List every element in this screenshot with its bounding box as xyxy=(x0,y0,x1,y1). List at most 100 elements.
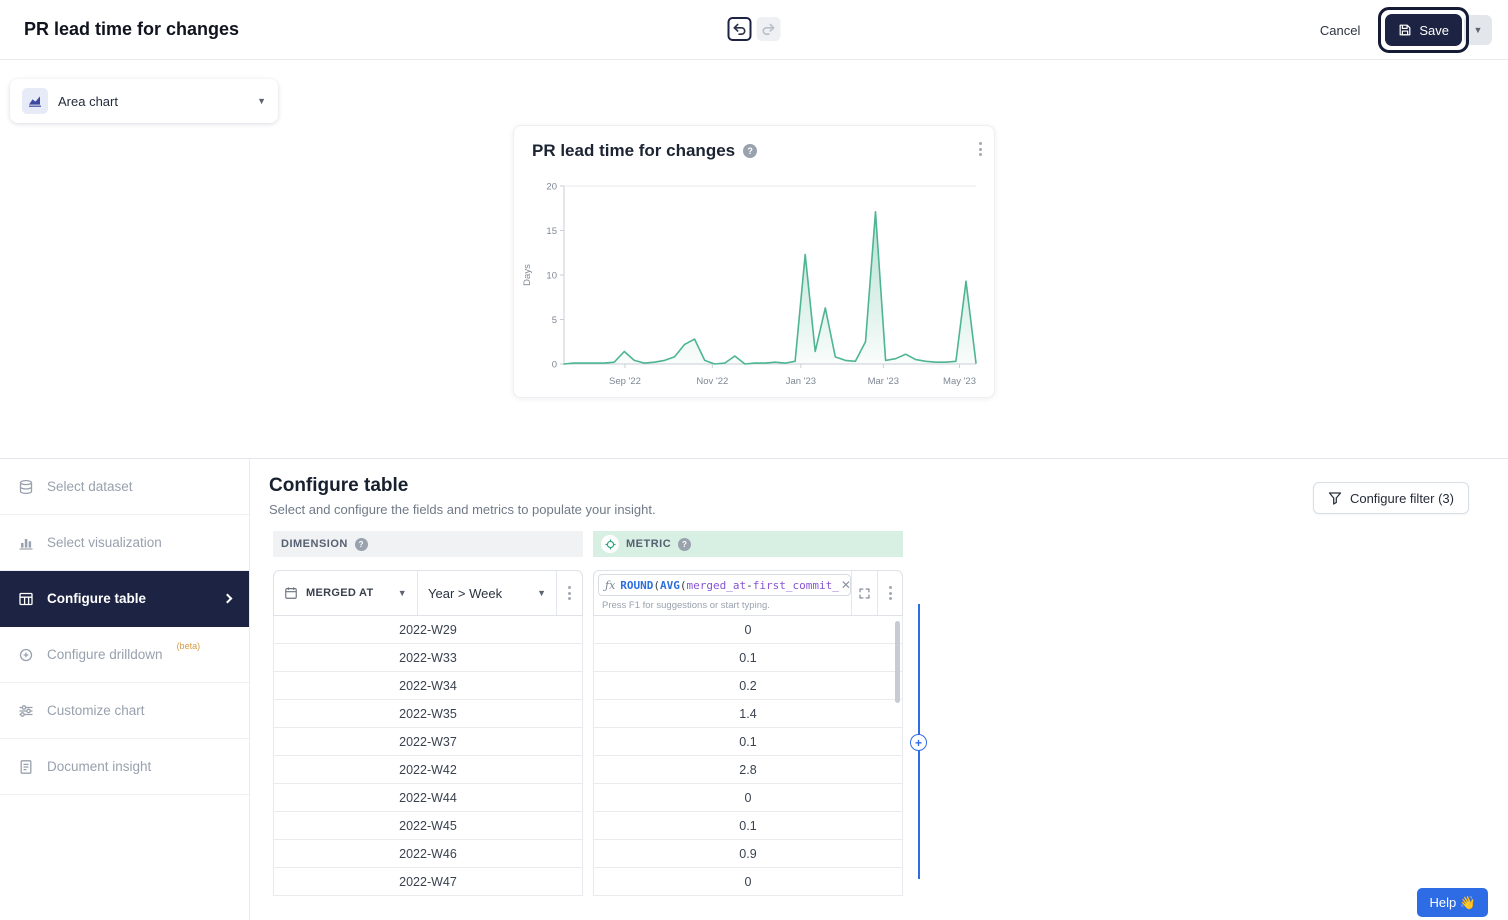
chevron-right-icon xyxy=(223,594,233,604)
dimension-controls: MERGED AT ▼ Year > Week ▼ xyxy=(273,570,583,616)
table-row: 0.2 xyxy=(594,672,902,700)
table-row: 2.8 xyxy=(594,756,902,784)
chart-title: PR lead time for changes xyxy=(532,141,735,161)
svg-text:Nov '22: Nov '22 xyxy=(696,376,728,387)
history-controls xyxy=(728,17,781,41)
svg-text:20: 20 xyxy=(546,182,557,193)
table-row: 0.9 xyxy=(594,840,902,868)
save-group: Save ▼ xyxy=(1378,7,1492,53)
table-row: 0.1 xyxy=(594,812,902,840)
formula-token: AVG xyxy=(660,579,680,592)
redo-icon xyxy=(761,21,777,37)
chart-type-selector[interactable]: Area chart ▼ xyxy=(10,79,278,123)
formula-input[interactable]: ƒx ROUND(AVG(merged_at-first_commit_ ✕ xyxy=(598,574,851,596)
metric-column: METRIC ? ƒx ROUND(AVG(merged_at-first_co… xyxy=(593,531,903,896)
sidebar-item-configure-table[interactable]: Configure table xyxy=(0,571,249,627)
table-row: 1.4 xyxy=(594,700,902,728)
sidebar-item-select-dataset[interactable]: Select dataset xyxy=(0,459,249,515)
undo-icon xyxy=(732,21,748,37)
help-circle-icon[interactable]: ? xyxy=(355,538,368,551)
document-icon xyxy=(18,759,34,775)
metric-formula-editor[interactable]: ƒx ROUND(AVG(merged_at-first_commit_ ✕ P… xyxy=(594,571,851,615)
formula-token: ROUND xyxy=(620,579,653,592)
table-row: 2022-W37 xyxy=(274,728,582,756)
table-row: 2022-W47 xyxy=(274,868,582,896)
metric-header: METRIC ? xyxy=(593,531,903,557)
table-row: 2022-W46 xyxy=(274,840,582,868)
beta-badge: (beta) xyxy=(177,641,201,651)
chart-card: PR lead time for changes ? 05101520DaysS… xyxy=(513,125,995,398)
chevron-down-icon: ▼ xyxy=(537,589,546,598)
dimension-header: DIMENSION ? xyxy=(273,531,583,557)
kebab-icon xyxy=(885,582,896,604)
visualization-icon xyxy=(18,535,34,551)
calendar-icon xyxy=(284,586,298,600)
configure-table-panel: Configure table Select and configure the… xyxy=(250,459,1508,920)
table-row: 0.1 xyxy=(594,728,902,756)
expand-icon xyxy=(858,587,871,600)
dimension-field-dropdown[interactable]: MERGED AT ▼ xyxy=(274,571,418,615)
sidebar-item-customize-chart[interactable]: Customize chart xyxy=(0,683,249,739)
clear-formula-icon[interactable]: ✕ xyxy=(839,578,851,592)
help-button[interactable]: Help 👋 xyxy=(1417,888,1488,917)
svg-text:0: 0 xyxy=(552,360,557,371)
svg-text:Sep '22: Sep '22 xyxy=(609,376,641,387)
save-highlight-ring: Save xyxy=(1378,7,1469,53)
table-icon xyxy=(18,591,34,607)
dimension-granularity-dropdown[interactable]: Year > Week ▼ xyxy=(418,571,557,615)
canvas-area: Area chart ▼ PR lead time for changes ? … xyxy=(0,60,1508,458)
metric-target-icon xyxy=(601,535,619,553)
table-row: 2022-W35 xyxy=(274,700,582,728)
formula-token: - xyxy=(746,579,753,592)
add-metric-button[interactable]: + xyxy=(910,734,927,751)
svg-text:May '23: May '23 xyxy=(943,376,976,387)
section-title: Configure table xyxy=(269,475,408,497)
sidebar-item-select-visualization[interactable]: Select visualization xyxy=(0,515,249,571)
svg-text:15: 15 xyxy=(546,226,557,237)
table-row: 2022-W42 xyxy=(274,756,582,784)
table-row: 2022-W33 xyxy=(274,644,582,672)
expand-formula-button[interactable] xyxy=(851,571,877,615)
chart-type-label: Area chart xyxy=(58,94,247,109)
dimension-column: DIMENSION ? MERGED AT ▼ Year > xyxy=(273,531,583,896)
cancel-button[interactable]: Cancel xyxy=(1320,23,1360,38)
topbar-actions: Cancel Save ▼ xyxy=(1320,0,1492,60)
dataset-icon xyxy=(18,479,34,495)
redo-button[interactable] xyxy=(757,17,781,41)
chart-menu-button[interactable] xyxy=(975,138,986,160)
svg-text:Jan '23: Jan '23 xyxy=(786,376,816,387)
metric-rows: 00.10.21.40.12.800.10.90 xyxy=(593,616,903,896)
formula-token: ( xyxy=(680,579,687,592)
help-circle-icon[interactable]: ? xyxy=(743,144,757,158)
page-title: PR lead time for changes xyxy=(24,19,239,40)
table-row: 2022-W44 xyxy=(274,784,582,812)
metric-controls: ƒx ROUND(AVG(merged_at-first_commit_ ✕ P… xyxy=(593,570,903,616)
chevron-down-icon: ▼ xyxy=(257,97,266,106)
customize-icon xyxy=(18,703,34,719)
formula-token: first_commit_ xyxy=(753,579,839,592)
dimension-menu-button[interactable] xyxy=(557,571,582,615)
undo-button[interactable] xyxy=(728,17,752,41)
chevron-down-icon: ▼ xyxy=(1474,25,1483,35)
table-row: 2022-W34 xyxy=(274,672,582,700)
svg-text:Mar '23: Mar '23 xyxy=(868,376,899,387)
configure-filter-button[interactable]: Configure filter (3) xyxy=(1313,482,1469,514)
metric-scrollbar[interactable] xyxy=(895,621,900,703)
drilldown-icon xyxy=(18,647,34,663)
table-row: 0 xyxy=(594,616,902,644)
table-row: 2022-W29 xyxy=(274,616,582,644)
metric-menu-button[interactable] xyxy=(877,571,902,615)
table-row: 0 xyxy=(594,868,902,896)
sidebar-item-configure-drilldown[interactable]: Configure drilldown (beta) xyxy=(0,627,249,683)
svg-text:5: 5 xyxy=(552,315,557,326)
table-columns: DIMENSION ? MERGED AT ▼ Year > xyxy=(273,531,903,896)
formula-fx-icon: ƒx xyxy=(605,579,615,592)
save-button[interactable]: Save xyxy=(1385,14,1462,46)
save-icon xyxy=(1398,23,1412,37)
formula-hint: Press F1 for suggestions or start typing… xyxy=(598,596,851,611)
help-circle-icon[interactable]: ? xyxy=(678,538,691,551)
chevron-down-icon: ▼ xyxy=(398,589,407,598)
sidebar-item-document-insight[interactable]: Document insight xyxy=(0,739,249,795)
topbar: PR lead time for changes Cancel xyxy=(0,0,1508,60)
formula-tokens: ROUND(AVG(merged_at-first_commit_ xyxy=(620,576,839,594)
